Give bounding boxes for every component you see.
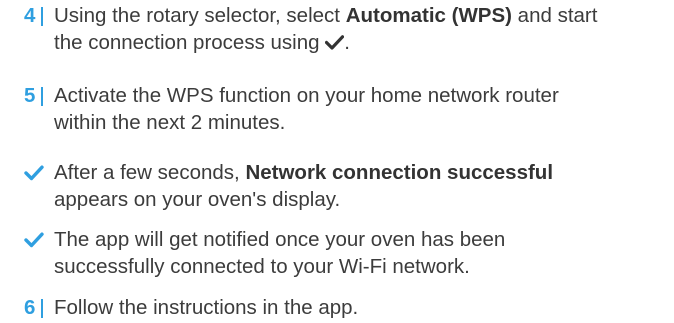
step-divider-bar (41, 7, 43, 26)
step-line: the connection process using . (54, 29, 669, 56)
text-span: Using the rotary selector, select (54, 4, 346, 27)
result-line: appears on your oven's display. (54, 188, 341, 211)
checkmark-icon (24, 165, 44, 181)
result-line: After a few seconds, Network connection … (54, 159, 669, 186)
text-span: . (344, 31, 350, 54)
step-line: within the next 2 minutes. (54, 111, 286, 134)
result-text: After a few seconds, Network connection … (54, 159, 669, 213)
step-text: Follow the instructions in the app. (54, 294, 669, 321)
bold-option-label: Automatic (WPS) (345, 4, 512, 27)
step-line: Using the rotary selector, select Automa… (54, 2, 669, 29)
checkmark-icon (325, 35, 345, 50)
step-text: Activate the WPS function on your home n… (54, 82, 669, 136)
text-span: and start (511, 4, 598, 27)
step-divider-bar (41, 299, 43, 318)
step-number: 5 (24, 84, 36, 107)
step-line: Follow the instructions in the app. (54, 296, 359, 319)
bold-status-label: Network connection successful (245, 161, 554, 184)
result-line: The app will get notified once your oven… (54, 228, 506, 251)
step-number: 6 (24, 296, 36, 319)
step-divider-bar (41, 87, 43, 106)
result-line: successfully connected to your Wi-Fi net… (54, 255, 470, 278)
checkmark-icon (24, 232, 44, 248)
result-text: The app will get notified once your oven… (54, 226, 669, 280)
step-text: Using the rotary selector, select Automa… (54, 2, 669, 56)
text-span: the connection process using (54, 31, 326, 54)
step-number: 4 (24, 4, 36, 27)
step-line: Activate the WPS function on your home n… (54, 84, 559, 107)
text-span: After a few seconds, (54, 161, 246, 184)
